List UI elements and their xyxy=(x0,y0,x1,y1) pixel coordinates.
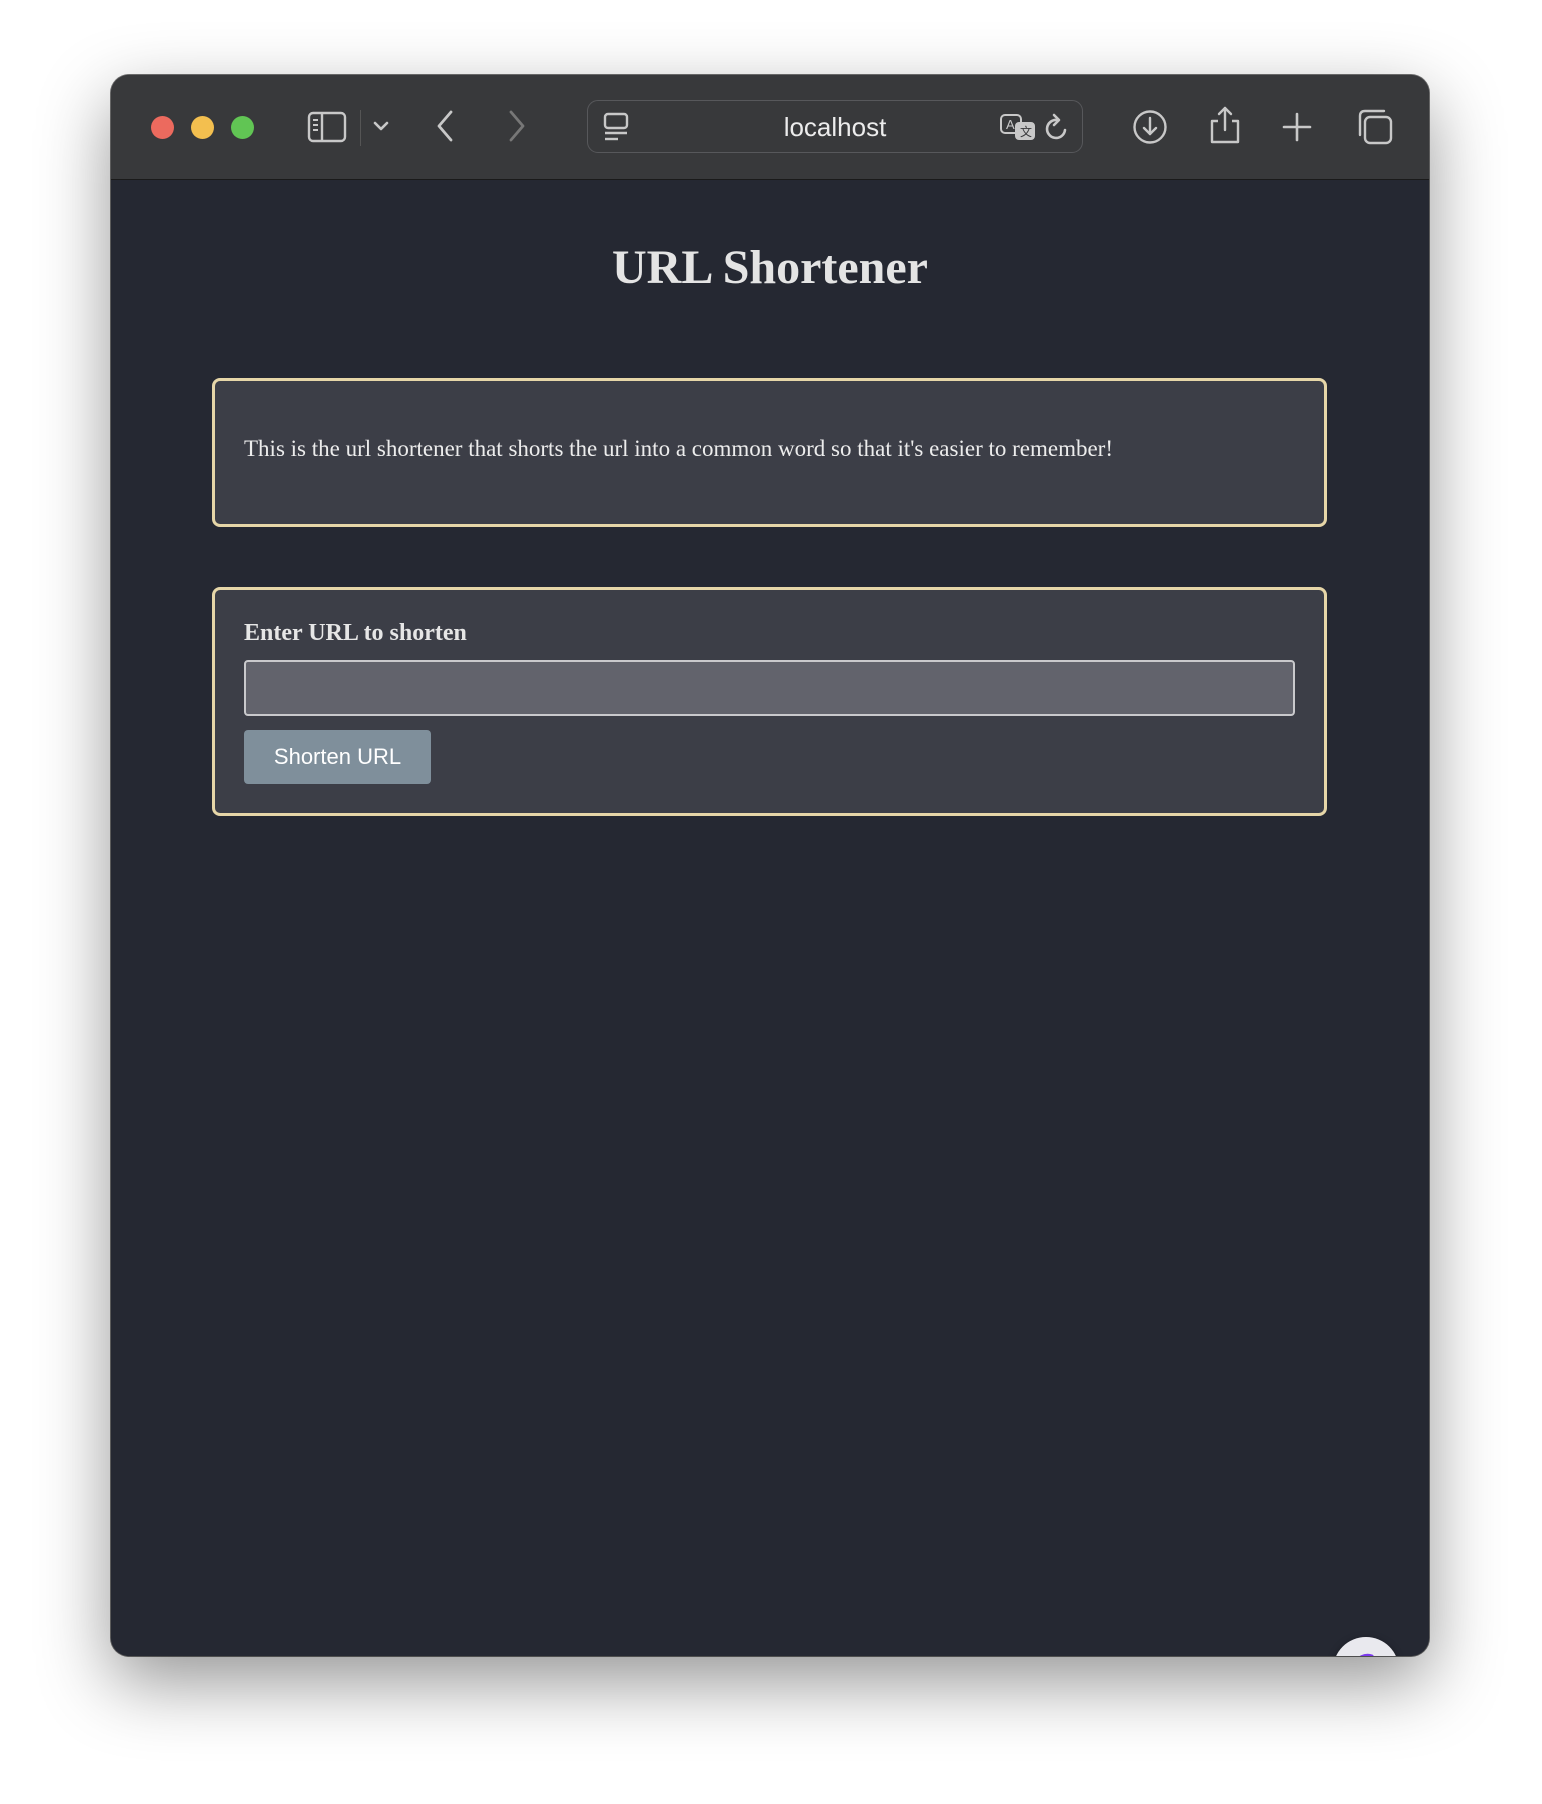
translate-icon[interactable]: A 文 xyxy=(999,113,1037,143)
moon-icon xyxy=(1359,1653,1374,1656)
zoom-window-button[interactable] xyxy=(231,116,254,139)
browser-window: localhost A 文 URL Shortener This is the … xyxy=(111,75,1429,1656)
minimize-window-button[interactable] xyxy=(191,116,214,139)
page-content: URL Shortener This is the url shortener … xyxy=(111,180,1429,1656)
browser-toolbar: localhost A 文 xyxy=(111,75,1429,180)
tabs-icon[interactable] xyxy=(1356,108,1394,146)
svg-text:A: A xyxy=(1006,117,1015,132)
shorten-url-button[interactable]: Shorten URL xyxy=(244,730,431,784)
sidebar-icon[interactable] xyxy=(307,110,347,144)
page-title: URL Shortener xyxy=(612,241,928,294)
reload-icon[interactable] xyxy=(1042,112,1072,144)
download-icon[interactable] xyxy=(1132,109,1168,145)
description-text: This is the url shortener that shorts th… xyxy=(244,436,1114,461)
url-input[interactable] xyxy=(244,660,1295,716)
share-icon[interactable] xyxy=(1208,105,1242,145)
theme-toggle-button[interactable] xyxy=(1333,1637,1399,1656)
back-icon[interactable] xyxy=(434,108,458,144)
description-card: This is the url shortener that shorts th… xyxy=(212,378,1327,527)
url-input-label: Enter URL to shorten xyxy=(244,620,467,646)
close-window-button[interactable] xyxy=(151,116,174,139)
chevron-down-icon[interactable] xyxy=(372,119,390,133)
forward-icon[interactable] xyxy=(504,108,528,144)
svg-text:文: 文 xyxy=(1020,124,1032,139)
plus-icon[interactable] xyxy=(1282,112,1312,142)
toolbar-divider xyxy=(360,110,361,146)
shorten-form-card: Enter URL to shorten Shorten URL xyxy=(212,587,1327,816)
address-bar[interactable]: localhost A 文 xyxy=(587,100,1083,153)
